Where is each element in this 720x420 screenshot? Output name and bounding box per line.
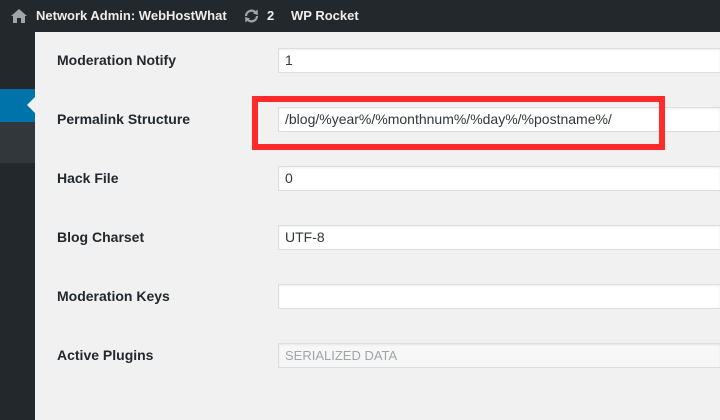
updates-count[interactable]: 2 [267,0,274,32]
moderation-notify-label: Moderation Notify [57,52,176,68]
current-menu-arrow-icon [27,97,35,113]
wp-rocket-menu[interactable]: WP Rocket [291,0,359,32]
highlight-box [252,96,665,150]
permalink-structure-label: Permalink Structure [57,111,191,127]
blog-charset-input[interactable]: UTF-8 [278,225,720,250]
updates-icon[interactable] [243,8,260,24]
moderation-keys-input[interactable] [278,284,720,309]
active-plugins-input: SERIALIZED DATA [278,343,720,368]
hack-file-label: Hack File [57,170,119,186]
site-name-link[interactable]: Network Admin: WebHostWhat [36,0,227,32]
blog-charset-label: Blog Charset [57,229,145,245]
menu-item[interactable] [0,122,35,163]
admin-bar: Network Admin: WebHostWhat 2 WP Rocket [0,0,720,32]
moderation-keys-label: Moderation Keys [57,288,170,304]
moderation-notify-input[interactable]: 1 [278,48,720,73]
active-plugins-label: Active Plugins [57,347,154,363]
home-icon[interactable] [11,9,27,23]
hack-file-input[interactable]: 0 [278,166,720,191]
